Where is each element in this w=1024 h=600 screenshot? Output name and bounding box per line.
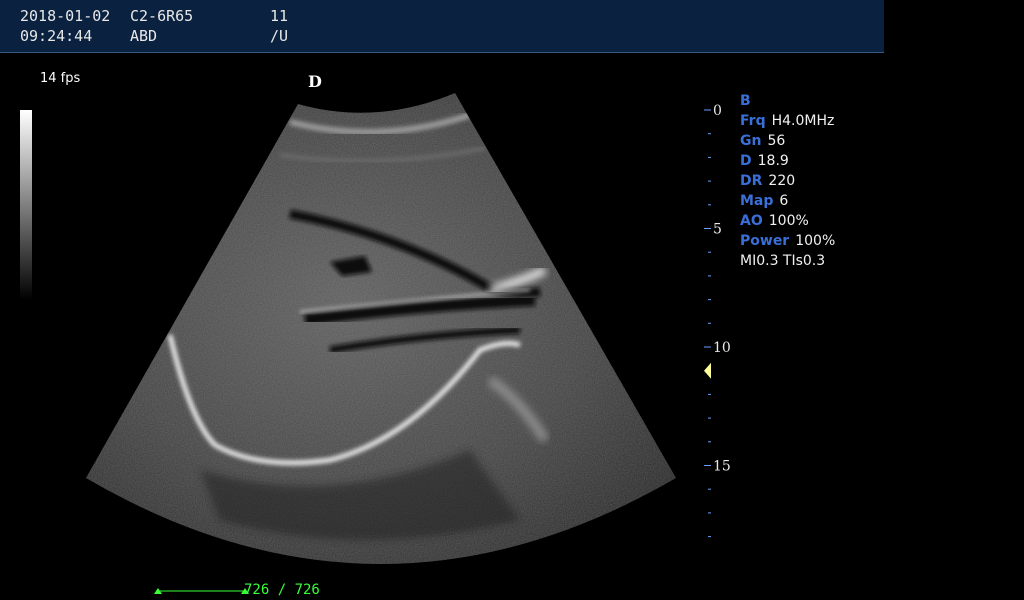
param-value: 100% [795,233,836,249]
param-row-gn: Gn 56 [740,131,835,151]
param-key: Gn [740,133,762,149]
param-row-b: B [740,91,835,111]
param-row-frq: Frq H4.0MHz [740,111,835,131]
focus-marker[interactable] [704,362,711,379]
imaging-parameters-panel: B Frq H4.0MHz Gn 56 D 18.9 DR 220 Map 6 AO 100% Power… [740,91,835,271]
param-key: Frq [740,113,766,129]
param-row-power: Power 100% [740,231,835,251]
param-row-dr: DR 220 [740,171,835,191]
depth-label: 5 [713,222,722,238]
param-value: 56 [767,133,786,149]
param-value: 18.9 [757,153,789,169]
param-key: DR [740,173,763,189]
param-row-ao: AO 100% [740,211,835,231]
param-value: 220 [768,173,796,189]
mi-ti-index: MI0.3 TIs0.3 [740,253,826,269]
param-key: Map [740,193,774,209]
param-key: B [740,93,751,109]
depth-label: 10 [713,340,731,356]
param-row-map: Map 6 [740,191,835,211]
param-key: D [740,153,752,169]
orientation-mark: D [308,72,322,91]
depth-label: 0 [713,103,722,119]
ultrasound-image[interactable] [0,0,1024,600]
cine-frame-counter: 726 / 726 [244,582,320,598]
param-value: 6 [779,193,789,209]
param-key: Power [740,233,790,249]
depth-label: 15 [713,459,731,475]
param-key: AO [740,213,763,229]
param-value: 100% [768,213,809,229]
param-value: H4.0MHz [771,113,835,129]
param-row-d: D 18.9 [740,151,835,171]
